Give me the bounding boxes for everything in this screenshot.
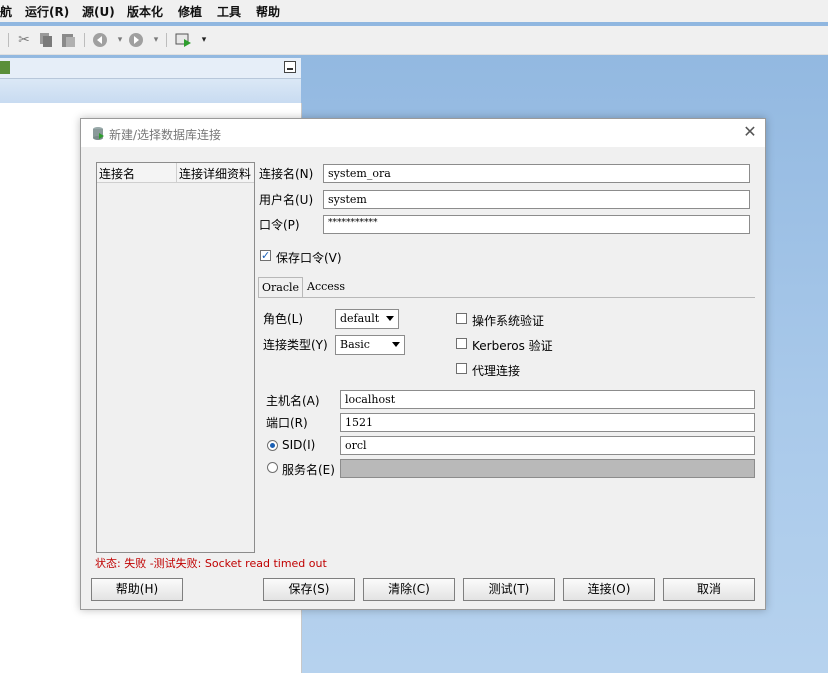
connection-name-input[interactable]: system_ora	[323, 164, 750, 183]
save-password-label: 保存口令(V)	[276, 251, 342, 265]
port-label: 端口(R)	[266, 416, 308, 430]
os-auth-label: 操作系统验证	[472, 314, 545, 328]
forward-dropdown-icon[interactable]: ▾	[146, 30, 166, 50]
toolbar-separator	[84, 33, 85, 47]
menu-bar: 航 运行(R) 源(U) 版本化 修植 工具 帮助	[0, 0, 828, 22]
chevron-down-icon	[392, 342, 400, 347]
panel-icon	[0, 61, 10, 74]
column-connection-details[interactable]: 连接详细资料	[179, 165, 251, 182]
menu-source[interactable]: 源(U)	[82, 3, 115, 20]
service-name-input	[340, 459, 755, 478]
menu-versioning[interactable]: 版本化	[127, 3, 163, 20]
cancel-button[interactable]: 取消	[663, 578, 755, 601]
kerberos-checkbox[interactable]	[456, 338, 467, 349]
toolbar-separator	[8, 33, 9, 47]
column-divider[interactable]	[176, 163, 177, 182]
close-icon[interactable]: ✕	[741, 123, 759, 141]
connection-list-header: 连接名 连接详细资料	[97, 163, 254, 183]
menu-help[interactable]: 帮助	[256, 3, 280, 20]
host-input[interactable]: localhost	[340, 390, 755, 409]
connections-panel-toolbar	[0, 79, 301, 103]
chevron-down-icon	[386, 316, 394, 321]
connection-type-value: Basic	[340, 338, 370, 351]
proxy-label: 代理连接	[472, 364, 521, 378]
tab-access[interactable]: Access	[304, 277, 348, 297]
menu-migrate[interactable]: 修植	[178, 3, 202, 20]
check-icon: ✓	[261, 249, 271, 262]
kerberos-label: Kerberos 验证	[472, 339, 553, 353]
copy-icon[interactable]	[36, 30, 56, 50]
new-connection-dialog: 新建/选择数据库连接 ✕ 连接名 连接详细资料 连接名(N) system_or…	[80, 118, 766, 610]
username-label: 用户名(U)	[259, 193, 314, 207]
tab-oracle[interactable]: Oracle	[258, 277, 304, 298]
role-label: 角色(L)	[263, 312, 304, 326]
cut-icon[interactable]: ✂	[14, 30, 34, 50]
sid-label: SID(I)	[282, 438, 316, 452]
menu-tools[interactable]: 工具	[217, 3, 241, 20]
sid-input[interactable]: orcl	[340, 436, 755, 455]
toolbar: ✂ ▾ ▾ ▾	[0, 26, 828, 55]
tab-divider	[258, 297, 755, 298]
connections-panel-header	[0, 58, 301, 79]
password-label: 口令(P)	[259, 218, 300, 232]
toolbar-separator	[166, 33, 167, 47]
role-value: default	[340, 312, 380, 325]
test-button[interactable]: 测试(T)	[463, 578, 555, 601]
dialog-title: 新建/选择数据库连接	[109, 128, 222, 142]
radio-selected-icon	[270, 443, 275, 448]
connect-button[interactable]: 连接(O)	[563, 578, 655, 601]
dialog-titlebar: 新建/选择数据库连接 ✕	[81, 119, 765, 147]
password-input[interactable]: ***********	[323, 215, 750, 234]
role-select[interactable]: default	[335, 309, 399, 329]
minimize-icon[interactable]	[284, 61, 296, 73]
help-button[interactable]: 帮助(H)	[91, 578, 183, 601]
connection-list[interactable]: 连接名 连接详细资料	[96, 162, 255, 553]
proxy-checkbox[interactable]	[456, 363, 467, 374]
save-password-checkbox[interactable]: ✓	[260, 250, 271, 261]
service-name-label: 服务名(E)	[282, 463, 335, 477]
os-auth-checkbox[interactable]	[456, 313, 467, 324]
username-input[interactable]: system	[323, 190, 750, 209]
menu-run[interactable]: 运行(R)	[25, 3, 69, 20]
port-input[interactable]: 1521	[340, 413, 755, 432]
host-label: 主机名(A)	[266, 394, 320, 408]
sid-radio[interactable]	[267, 440, 278, 451]
service-name-radio[interactable]	[267, 462, 278, 473]
sql-run-icon[interactable]	[174, 30, 194, 50]
database-icon	[91, 126, 105, 144]
connection-name-label: 连接名(N)	[259, 167, 314, 181]
connection-type-label: 连接类型(Y)	[263, 338, 328, 352]
paste-icon[interactable]	[58, 30, 78, 50]
clear-button[interactable]: 清除(C)	[363, 578, 455, 601]
forward-icon[interactable]	[126, 30, 146, 50]
status-message: 状态: 失败 -测试失败: Socket read timed out	[95, 557, 327, 570]
save-button[interactable]: 保存(S)	[263, 578, 355, 601]
column-connection-name[interactable]: 连接名	[99, 165, 135, 182]
sql-dropdown-icon[interactable]: ▾	[194, 30, 214, 50]
menu-navigate[interactable]: 航	[0, 3, 12, 20]
connection-type-select[interactable]: Basic	[335, 335, 405, 355]
back-icon[interactable]	[90, 30, 110, 50]
